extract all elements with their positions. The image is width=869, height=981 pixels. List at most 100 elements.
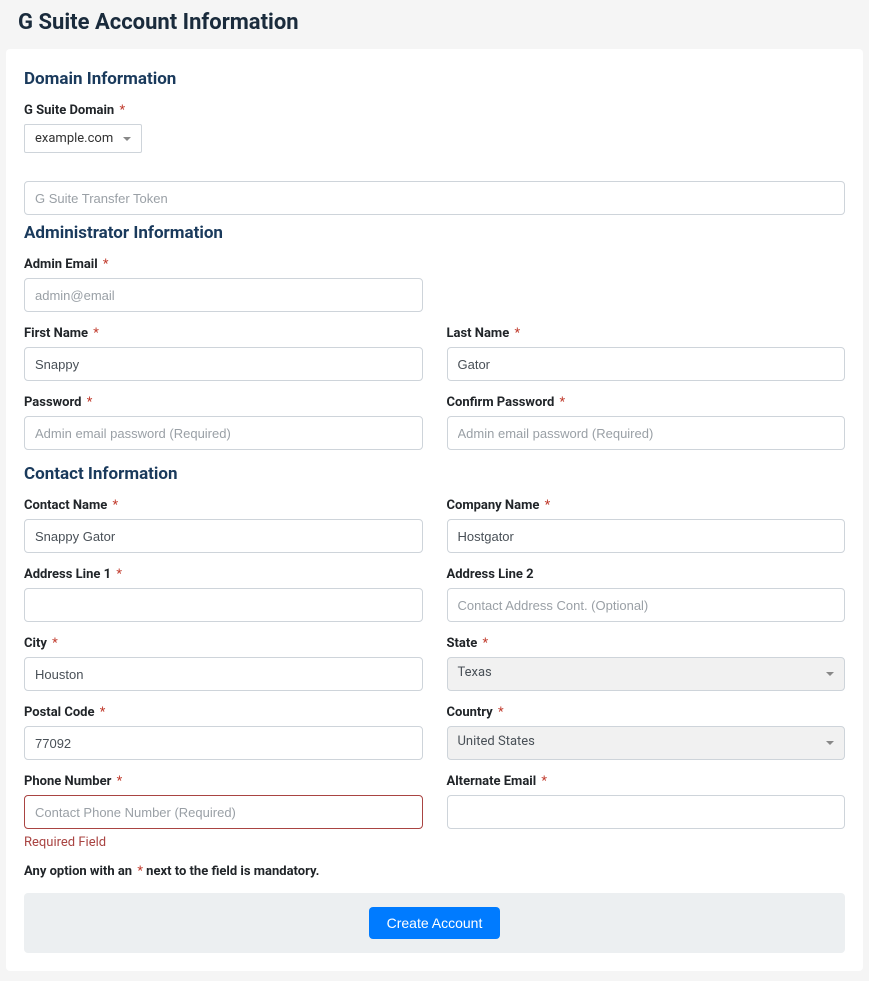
field-state: State * Texas (447, 636, 846, 691)
section-title-admin: Administrator Information (24, 223, 845, 243)
confirm-password-label-text: Confirm Password (447, 395, 555, 410)
alt-email-input[interactable] (447, 795, 846, 829)
phone-error-text: Required Field (24, 835, 423, 850)
required-star: * (52, 636, 58, 651)
required-star: * (100, 705, 106, 720)
required-star: * (560, 395, 566, 410)
chevron-down-icon (123, 137, 131, 141)
country-select-value: United States (458, 734, 535, 749)
domain-select-value: example.com (35, 131, 113, 146)
chevron-down-icon (826, 741, 834, 745)
required-star: * (483, 636, 489, 651)
field-alt-email: Alternate Email * (447, 774, 846, 850)
address2-input[interactable] (447, 588, 846, 622)
required-star: * (514, 326, 520, 341)
field-address1: Address Line 1 * (24, 567, 423, 622)
password-label: Password * (24, 395, 423, 410)
field-company-name: Company Name * (447, 498, 846, 553)
contact-name-label-text: Contact Name (24, 498, 107, 513)
postal-label-text: Postal Code (24, 705, 95, 720)
required-star: * (541, 774, 547, 789)
required-star: * (116, 567, 122, 582)
phone-label-text: Phone Number (24, 774, 111, 789)
domain-select[interactable]: example.com (24, 124, 142, 153)
address2-label: Address Line 2 (447, 567, 846, 582)
country-select-wrap[interactable]: United States (447, 726, 846, 760)
field-confirm-password: Confirm Password * (447, 395, 846, 450)
required-star: * (498, 705, 504, 720)
confirm-password-label: Confirm Password * (447, 395, 846, 410)
phone-label: Phone Number * (24, 774, 423, 789)
first-name-label: First Name * (24, 326, 423, 341)
section-title-contact: Contact Information (24, 464, 845, 484)
chevron-down-icon (826, 672, 834, 676)
country-label: Country * (447, 705, 846, 720)
last-name-label-text: Last Name (447, 326, 510, 341)
company-name-label: Company Name * (447, 498, 846, 513)
phone-input[interactable] (24, 795, 423, 829)
country-label-text: Country (447, 705, 493, 720)
page-title: G Suite Account Information (0, 0, 869, 49)
address2-label-text: Address Line 2 (447, 567, 534, 582)
field-last-name: Last Name * (447, 326, 846, 381)
company-name-label-text: Company Name (447, 498, 540, 513)
required-star: * (545, 498, 551, 513)
city-label-text: City (24, 636, 47, 651)
field-domain: G Suite Domain * example.com (24, 103, 845, 153)
confirm-password-input[interactable] (447, 416, 846, 450)
field-phone: Phone Number * Required Field (24, 774, 423, 850)
domain-label: G Suite Domain * (24, 103, 845, 118)
field-first-name: First Name * (24, 326, 423, 381)
field-admin-email: Admin Email * (24, 257, 423, 312)
state-select-wrap[interactable]: Texas (447, 657, 846, 691)
field-transfer-token (24, 181, 845, 215)
password-input[interactable] (24, 416, 423, 450)
contact-name-label: Contact Name * (24, 498, 423, 513)
field-address2: Address Line 2 (447, 567, 846, 622)
postal-label: Postal Code * (24, 705, 423, 720)
state-label-text: State (447, 636, 478, 651)
address1-input[interactable] (24, 588, 423, 622)
admin-email-label: Admin Email * (24, 257, 423, 272)
submit-bar: Create Account (24, 893, 845, 953)
last-name-input[interactable] (447, 347, 846, 381)
field-postal: Postal Code * (24, 705, 423, 760)
city-label: City * (24, 636, 423, 651)
contact-name-input[interactable] (24, 519, 423, 553)
alt-email-label: Alternate Email * (447, 774, 846, 789)
last-name-label: Last Name * (447, 326, 846, 341)
domain-select-wrap[interactable]: example.com (24, 124, 142, 153)
state-select-value: Texas (458, 665, 492, 680)
required-star: * (119, 103, 125, 118)
required-star: * (103, 257, 109, 272)
required-star: * (87, 395, 93, 410)
city-input[interactable] (24, 657, 423, 691)
first-name-label-text: First Name (24, 326, 88, 341)
required-star: * (93, 326, 99, 341)
field-city: City * (24, 636, 423, 691)
first-name-input[interactable] (24, 347, 423, 381)
state-select[interactable]: Texas (447, 657, 846, 691)
form-card: Domain Information G Suite Domain * exam… (6, 49, 863, 971)
mandatory-suffix: next to the field is mandatory. (146, 864, 319, 879)
mandatory-note: Any option with an * next to the field i… (24, 864, 845, 879)
company-name-input[interactable] (447, 519, 846, 553)
transfer-token-input[interactable] (24, 181, 845, 215)
state-label: State * (447, 636, 846, 651)
alt-email-label-text: Alternate Email (447, 774, 537, 789)
required-star: * (137, 864, 143, 879)
field-password: Password * (24, 395, 423, 450)
domain-label-text: G Suite Domain (24, 103, 114, 118)
admin-email-input[interactable] (24, 278, 423, 312)
required-star: * (113, 498, 119, 513)
field-contact-name: Contact Name * (24, 498, 423, 553)
country-select[interactable]: United States (447, 726, 846, 760)
section-title-domain: Domain Information (24, 69, 845, 89)
required-star: * (117, 774, 123, 789)
postal-input[interactable] (24, 726, 423, 760)
create-account-button[interactable]: Create Account (369, 907, 501, 939)
mandatory-prefix: Any option with an (24, 864, 132, 879)
admin-email-label-text: Admin Email (24, 257, 98, 272)
password-label-text: Password (24, 395, 81, 410)
address1-label-text: Address Line 1 (24, 567, 111, 582)
